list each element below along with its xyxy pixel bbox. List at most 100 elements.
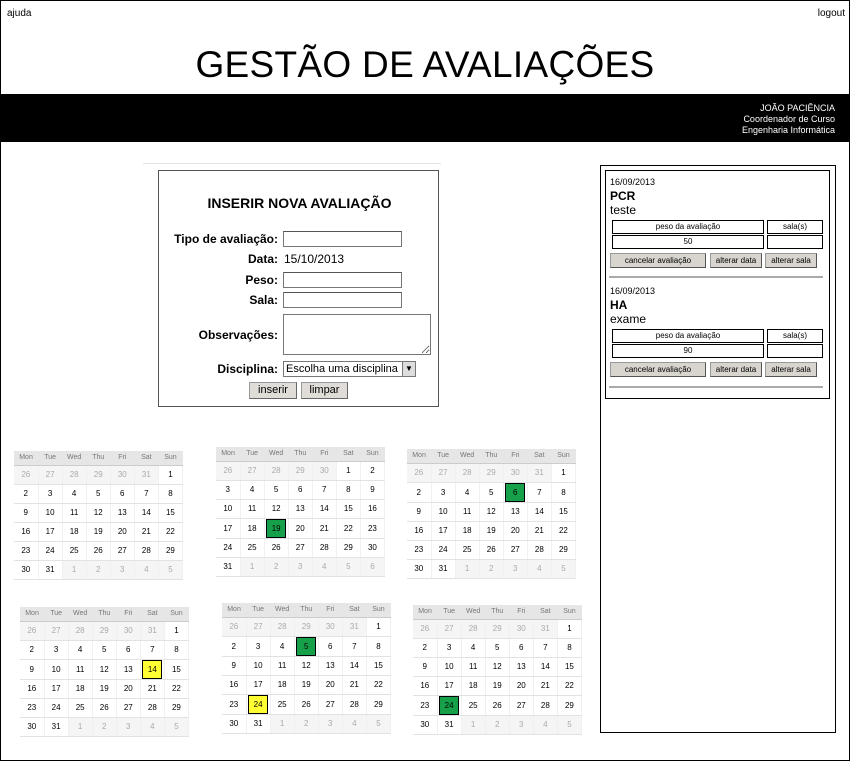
- calendar-day[interactable]: 25: [62, 541, 87, 561]
- calendar-day[interactable]: 3: [246, 636, 271, 657]
- calendar-day[interactable]: 27: [503, 540, 528, 560]
- calendar-day-scheduled[interactable]: 6: [503, 482, 528, 503]
- calendar-day[interactable]: 23: [360, 518, 386, 539]
- calendar-day[interactable]: 7: [533, 638, 558, 658]
- calendar-day-other[interactable]: 3: [318, 714, 343, 734]
- calendar-day[interactable]: 4: [461, 638, 486, 658]
- calendar-day-other[interactable]: 26: [222, 617, 247, 637]
- calendar-day[interactable]: 8: [336, 480, 361, 500]
- calendar-day[interactable]: 31: [246, 714, 271, 734]
- calendar-day[interactable]: 27: [110, 541, 135, 561]
- calendar-day-other[interactable]: 1: [240, 557, 265, 577]
- calendar-day[interactable]: 22: [158, 522, 184, 542]
- calendar-day[interactable]: 25: [455, 540, 480, 560]
- calendar-day-other[interactable]: 29: [288, 461, 313, 481]
- calendar-day[interactable]: 30: [222, 714, 247, 734]
- calendar-day-other[interactable]: 28: [62, 465, 87, 485]
- change-date-button[interactable]: alterar data: [710, 362, 762, 377]
- calendar-day-scheduled[interactable]: 5: [294, 636, 319, 657]
- calendar-day-other[interactable]: 4: [527, 559, 552, 579]
- calendar-day[interactable]: 9: [360, 480, 386, 500]
- calendar-day-other[interactable]: 28: [264, 461, 289, 481]
- calendar-day-other[interactable]: 4: [342, 714, 367, 734]
- calendar-day[interactable]: 2: [222, 636, 247, 657]
- calendar-day[interactable]: 15: [551, 502, 577, 522]
- calendar-day[interactable]: 17: [437, 676, 462, 696]
- calendar-day[interactable]: 28: [533, 695, 558, 716]
- calendar-day-other[interactable]: 2: [479, 559, 504, 579]
- calendar-day-other[interactable]: 28: [270, 617, 295, 637]
- calendar-day[interactable]: 9: [407, 502, 432, 522]
- calendar-day[interactable]: 31: [216, 557, 241, 577]
- calendar-day[interactable]: 18: [62, 522, 87, 542]
- calendar-day[interactable]: 22: [164, 679, 190, 699]
- calendar-day[interactable]: 1: [551, 463, 577, 483]
- calendar-day-highlighted[interactable]: 14: [140, 659, 165, 680]
- calendar-day-other[interactable]: 4: [140, 717, 165, 737]
- cancel-evaluation-button[interactable]: cancelar avaliação: [610, 362, 706, 377]
- calendar-day[interactable]: 22: [366, 675, 392, 695]
- calendar-day[interactable]: 23: [222, 694, 247, 715]
- calendar-day[interactable]: 8: [557, 638, 583, 658]
- calendar-day[interactable]: 20: [116, 679, 141, 699]
- calendar-day[interactable]: 3: [437, 638, 462, 658]
- calendar-day-other[interactable]: 30: [503, 463, 528, 483]
- clear-button[interactable]: limpar: [301, 382, 348, 399]
- subject-select[interactable]: Escolha uma disciplina ▼: [283, 361, 416, 377]
- cancel-evaluation-button[interactable]: cancelar avaliação: [610, 253, 706, 268]
- calendar-day-other[interactable]: 5: [551, 559, 577, 579]
- calendar-day[interactable]: 16: [360, 499, 386, 519]
- calendar-day-other[interactable]: 26: [20, 621, 45, 641]
- calendar-day[interactable]: 30: [14, 560, 39, 580]
- calendar-day[interactable]: 4: [68, 640, 93, 660]
- calendar-day[interactable]: 21: [140, 679, 165, 699]
- calendar-day-other[interactable]: 6: [360, 557, 386, 577]
- calendar-day-other[interactable]: 30: [312, 461, 337, 481]
- calendar-day[interactable]: 10: [246, 656, 271, 676]
- calendar-day[interactable]: 12: [479, 502, 504, 522]
- calendar-day-other[interactable]: 28: [461, 619, 486, 639]
- calendar-day[interactable]: 31: [38, 560, 63, 580]
- calendar-day[interactable]: 16: [413, 676, 438, 696]
- calendar-day[interactable]: 21: [533, 676, 558, 696]
- calendar-day[interactable]: 19: [294, 675, 319, 695]
- calendar-day[interactable]: 4: [240, 480, 265, 500]
- calendar-day[interactable]: 27: [116, 698, 141, 718]
- calendar-day[interactable]: 20: [318, 675, 343, 695]
- calendar-day[interactable]: 19: [485, 676, 510, 696]
- calendar-day[interactable]: 29: [366, 694, 392, 715]
- calendar-day[interactable]: 23: [14, 541, 39, 561]
- calendar-day[interactable]: 8: [366, 636, 392, 657]
- calendar-day[interactable]: 10: [437, 657, 462, 677]
- calendar-day[interactable]: 12: [86, 503, 111, 523]
- calendar-day[interactable]: 14: [134, 503, 159, 523]
- calendar-day[interactable]: 13: [116, 659, 141, 680]
- calendar-day[interactable]: 22: [551, 521, 577, 541]
- help-link[interactable]: ajuda: [7, 8, 31, 19]
- calendar-day[interactable]: 26: [264, 538, 289, 558]
- calendar-day[interactable]: 27: [288, 538, 313, 558]
- calendar-day-other[interactable]: 5: [557, 715, 583, 735]
- calendar-day[interactable]: 9: [222, 656, 247, 676]
- calendar-day[interactable]: 17: [44, 679, 69, 699]
- calendar-day-other[interactable]: 1: [455, 559, 480, 579]
- calendar-day[interactable]: 26: [294, 694, 319, 715]
- calendar-day[interactable]: 11: [455, 502, 480, 522]
- calendar-day[interactable]: 19: [92, 679, 117, 699]
- calendar-day[interactable]: 15: [158, 503, 184, 523]
- calendar-day[interactable]: 27: [509, 695, 534, 716]
- calendar-day-other[interactable]: 5: [366, 714, 392, 734]
- calendar-day[interactable]: 12: [485, 657, 510, 677]
- calendar-day-other[interactable]: 2: [294, 714, 319, 734]
- calendar-day[interactable]: 21: [527, 521, 552, 541]
- calendar-day[interactable]: 21: [312, 518, 337, 539]
- calendar-day[interactable]: 11: [62, 503, 87, 523]
- calendar-day-other[interactable]: 27: [437, 619, 462, 639]
- calendar-day-other[interactable]: 27: [431, 463, 456, 483]
- calendar-day-other[interactable]: 27: [240, 461, 265, 481]
- calendar-day[interactable]: 5: [92, 640, 117, 660]
- calendar-day[interactable]: 27: [318, 694, 343, 715]
- logout-link[interactable]: logout: [818, 8, 845, 19]
- calendar-day[interactable]: 9: [413, 657, 438, 677]
- calendar-day[interactable]: 20: [503, 521, 528, 541]
